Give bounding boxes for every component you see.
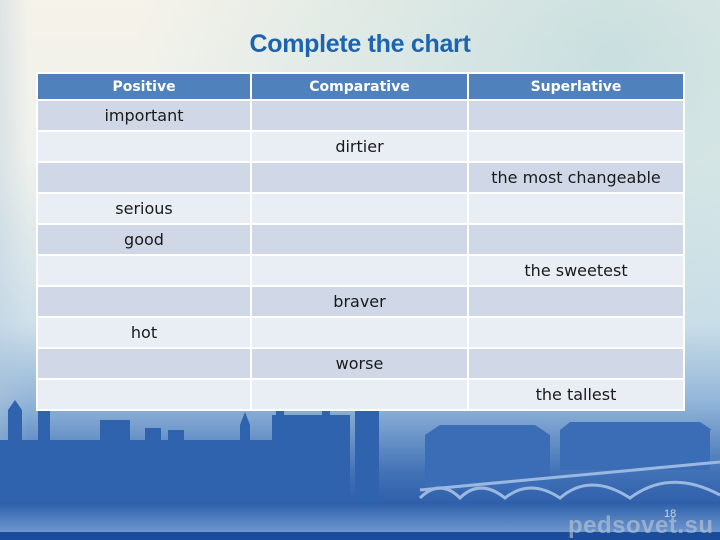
cell-positive[interactable] bbox=[38, 287, 250, 316]
table-row: serious bbox=[38, 194, 683, 223]
table-row: the tallest bbox=[38, 380, 683, 409]
riverside-buildings bbox=[425, 422, 712, 490]
header-superlative: Superlative bbox=[469, 74, 683, 99]
table-row: important bbox=[38, 101, 683, 130]
cell-superlative[interactable]: the most changeable bbox=[469, 163, 683, 192]
cell-superlative[interactable] bbox=[469, 132, 683, 161]
cell-comparative[interactable] bbox=[252, 194, 467, 223]
cell-positive[interactable]: good bbox=[38, 225, 250, 254]
cell-comparative[interactable]: worse bbox=[252, 349, 467, 378]
parliament-building bbox=[0, 400, 379, 505]
cell-positive[interactable] bbox=[38, 380, 250, 409]
header-comparative: Comparative bbox=[252, 74, 467, 99]
cell-comparative[interactable] bbox=[252, 163, 467, 192]
cell-superlative[interactable] bbox=[469, 318, 683, 347]
cell-positive[interactable] bbox=[38, 349, 250, 378]
cell-superlative[interactable] bbox=[469, 194, 683, 223]
cell-positive[interactable]: hot bbox=[38, 318, 250, 347]
slide-title: Complete the chart bbox=[249, 30, 471, 58]
cell-comparative[interactable]: braver bbox=[252, 287, 467, 316]
cell-positive[interactable]: serious bbox=[38, 194, 250, 223]
cell-positive[interactable] bbox=[38, 163, 250, 192]
table-row: dirtier bbox=[38, 132, 683, 161]
cell-superlative[interactable] bbox=[469, 349, 683, 378]
cell-positive[interactable]: important bbox=[38, 101, 250, 130]
cell-superlative[interactable]: the tallest bbox=[469, 380, 683, 409]
cell-positive[interactable] bbox=[38, 256, 250, 285]
cell-comparative[interactable] bbox=[252, 318, 467, 347]
table-header-row: Positive Comparative Superlative bbox=[38, 74, 683, 99]
cell-comparative[interactable] bbox=[252, 256, 467, 285]
cell-positive[interactable] bbox=[38, 132, 250, 161]
table-row: the most changeable bbox=[38, 163, 683, 192]
watermark-logo: pedsovet.su bbox=[568, 512, 714, 539]
cell-comparative[interactable] bbox=[252, 380, 467, 409]
table-row: braver bbox=[38, 287, 683, 316]
cell-comparative[interactable] bbox=[252, 225, 467, 254]
table-row: the sweetest bbox=[38, 256, 683, 285]
cell-superlative[interactable] bbox=[469, 101, 683, 130]
page-number: 18 bbox=[664, 508, 677, 520]
table-row: hot bbox=[38, 318, 683, 347]
table-row: good bbox=[38, 225, 683, 254]
header-positive: Positive bbox=[38, 74, 250, 99]
cell-comparative[interactable]: dirtier bbox=[252, 132, 467, 161]
comparison-table: Positive Comparative Superlative importa… bbox=[36, 72, 685, 411]
cell-superlative[interactable]: the sweetest bbox=[469, 256, 683, 285]
cell-superlative[interactable] bbox=[469, 225, 683, 254]
cell-superlative[interactable] bbox=[469, 287, 683, 316]
table-row: worse bbox=[38, 349, 683, 378]
cell-comparative[interactable] bbox=[252, 101, 467, 130]
